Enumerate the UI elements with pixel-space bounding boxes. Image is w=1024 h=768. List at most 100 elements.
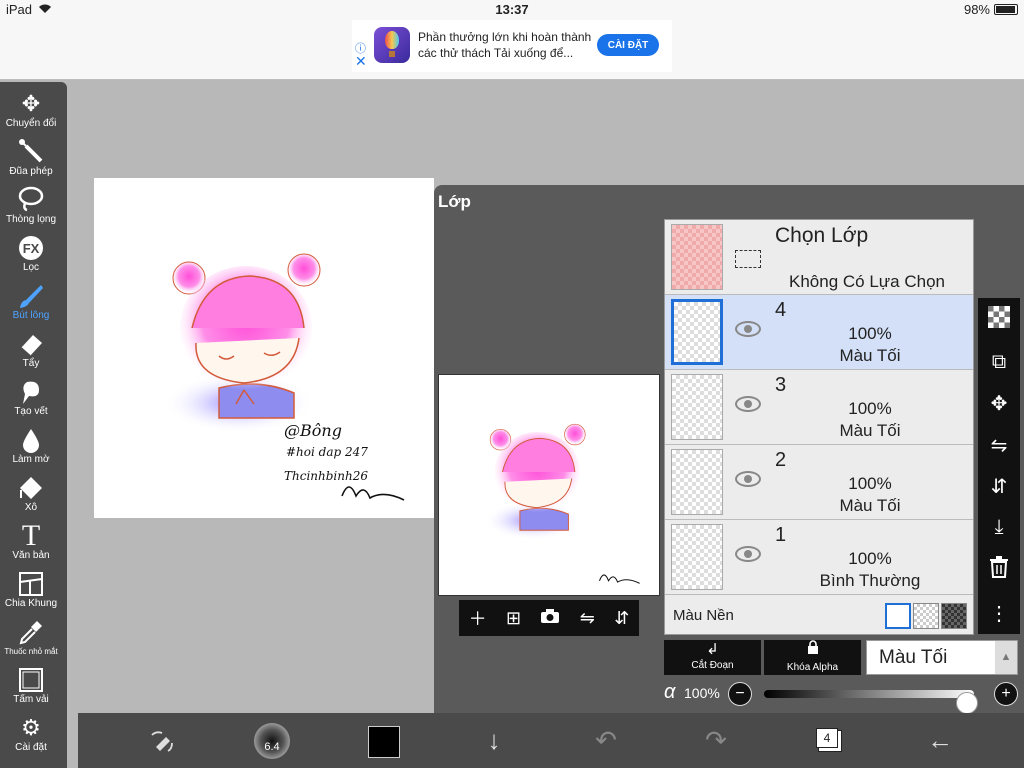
current-color-swatch[interactable]	[368, 726, 400, 758]
swap-tool-icon[interactable]	[140, 713, 184, 768]
merge-down-icon[interactable]: ⤓	[995, 516, 1004, 539]
svg-text:FX: FX	[23, 241, 40, 256]
visibility-eye-icon[interactable]	[735, 321, 761, 337]
blur-drop-icon	[0, 426, 62, 454]
layer-preview	[438, 374, 660, 596]
trash-icon[interactable]	[989, 555, 1009, 584]
back-arrow-icon[interactable]: ←	[920, 713, 960, 768]
artwork-signature-line3: Thcinhbinh26	[284, 469, 368, 483]
camera-icon[interactable]	[540, 608, 560, 629]
ad-banner[interactable]: Phần thưởng lớn khi hoàn thành các thử t…	[352, 20, 672, 72]
layer-panel-title: Lớp	[438, 192, 471, 211]
rotate-layer-icon[interactable]: ⇵	[991, 474, 1008, 499]
layer-thumbnail	[671, 449, 723, 515]
layer-blend-mode: Màu Tối	[839, 496, 901, 515]
lasso-icon	[0, 186, 62, 214]
layer-opacity: 100%	[848, 399, 892, 418]
brush-size-indicator[interactable]: 6.4	[254, 723, 290, 759]
layer-blend-mode: Màu Tối	[839, 421, 901, 440]
alpha-value: 100%	[684, 685, 720, 701]
tool-frame-divider[interactable]: Chia Khung	[0, 570, 62, 609]
magic-wand-icon	[0, 138, 62, 166]
layer-number: 3	[775, 374, 787, 396]
add-layer-icon[interactable]: ＋	[469, 605, 487, 631]
flip-horizontal-icon[interactable]: ⇋	[580, 608, 595, 629]
layer-row-1[interactable]: 1 100% Bình Thường	[665, 520, 973, 595]
move-layer-icon[interactable]: ✥	[991, 391, 1008, 416]
lock-icon	[764, 640, 861, 662]
opacity-decrease-button[interactable]: −	[728, 682, 752, 706]
clipping-button[interactable]: ↲ Cắt Đoạn	[664, 640, 761, 675]
layer-count-badge[interactable]: 4	[816, 728, 838, 748]
layer-opacity: 100%	[848, 324, 892, 343]
checker-icon[interactable]	[988, 306, 1010, 334]
background-white-swatch[interactable]	[885, 603, 911, 629]
tool-text[interactable]: T Văn bản	[0, 519, 62, 562]
layer-list: Chọn Lớp Không Có Lựa Chọn 4 100% Màu Tố…	[664, 219, 974, 635]
tool-transform[interactable]: ✥ Chuyển đổi	[0, 90, 62, 129]
tool-settings[interactable]: ⚙ Cài đặt	[0, 714, 62, 753]
visibility-eye-icon[interactable]	[735, 471, 761, 487]
visibility-eye-icon[interactable]	[735, 396, 761, 412]
clipping-arrow-icon: ↲	[706, 641, 719, 658]
flip-layer-icon[interactable]: ⇋	[991, 433, 1008, 458]
balloon-app-icon	[374, 27, 410, 63]
tool-eraser[interactable]: Tẩy	[0, 330, 62, 369]
device-name: iPad	[6, 2, 33, 17]
layer-transform-icon[interactable]: ⧉	[992, 351, 1006, 374]
status-time: 13:37	[495, 2, 529, 17]
preview-toolbar: ＋ ⊞ ⇋ ⇵	[459, 600, 639, 636]
ad-banner-area: Phần thưởng lớn khi hoàn thành các thử t…	[0, 20, 1024, 80]
tool-brush[interactable]: Bút lông	[0, 282, 62, 321]
background-label: Màu Nền	[673, 607, 734, 624]
opacity-increase-button[interactable]: +	[994, 682, 1018, 706]
ad-install-button[interactable]: CÀI ĐẶT	[597, 34, 659, 56]
dropdown-arrow-icon: ▲	[995, 641, 1017, 674]
tool-eyedropper[interactable]: Thuốc nhỏ mắt	[0, 618, 62, 657]
tool-smudge[interactable]: Tạo vết	[0, 378, 62, 417]
redo-icon[interactable]: ↷	[696, 713, 736, 768]
background-transparent-swatch[interactable]	[913, 603, 939, 629]
ad-close-icon[interactable]: ✕	[355, 53, 367, 70]
selection-status: Không Có Lựa Chọn	[789, 272, 945, 291]
tool-blur[interactable]: Làm mờ	[0, 426, 62, 465]
battery-icon	[994, 4, 1018, 15]
download-arrow-icon[interactable]: ↓	[474, 713, 514, 768]
selection-layer-row[interactable]: Chọn Lớp Không Có Lựa Chọn	[665, 220, 973, 295]
brush-icon	[0, 282, 62, 310]
frame-divider-icon	[0, 570, 62, 598]
artwork-illustration: @Bông #hoi dap 247 Thcinhbinh26	[164, 253, 405, 501]
wifi-icon	[38, 2, 52, 17]
flip-vertical-icon[interactable]: ⇵	[614, 608, 629, 629]
smudge-icon	[0, 378, 62, 406]
tool-magic-wand[interactable]: Đũa phép	[0, 138, 62, 177]
blend-mode-select[interactable]: Màu Tối ▲	[866, 640, 1018, 675]
blend-mode-value: Màu Tối	[879, 647, 948, 668]
layer-row-3[interactable]: 3 100% Màu Tối	[665, 370, 973, 445]
background-dark-swatch[interactable]	[941, 603, 967, 629]
more-vertical-icon[interactable]: ⋮	[989, 601, 1009, 626]
eraser-icon	[0, 330, 62, 358]
tool-bucket[interactable]: Xô	[0, 474, 62, 513]
layer-number: 2	[775, 449, 787, 471]
selection-layer-title: Chọn Lớp	[775, 224, 869, 247]
layer-side-toolbar: ⧉ ✥ ⇋ ⇵ ⤓ ⋮	[978, 298, 1020, 634]
opacity-slider[interactable]	[764, 690, 978, 714]
tool-lasso[interactable]: Thòng lọng	[0, 186, 62, 225]
battery-percent: 98%	[963, 2, 990, 17]
tool-filter[interactable]: FX Lọc	[0, 234, 62, 273]
undo-icon[interactable]: ↶	[586, 713, 626, 768]
layer-row-2[interactable]: 2 100% Màu Tối	[665, 445, 973, 520]
tool-sidebar: ✥ Chuyển đổi Đũa phép Thòng lọng FX Lọc …	[0, 82, 67, 768]
layer-row-4[interactable]: 4 100% Màu Tối	[665, 295, 973, 370]
duplicate-layer-icon[interactable]: ⊞	[506, 608, 521, 629]
alpha-symbol: α	[664, 681, 676, 703]
opacity-control: α 100% − +	[664, 681, 1020, 714]
text-icon: T	[21, 519, 41, 552]
drawing-canvas[interactable]: @Bông #hoi dap 247 Thcinhbinh26	[94, 178, 434, 518]
opacity-slider-knob[interactable]	[956, 692, 978, 714]
alpha-lock-button[interactable]: Khóa Alpha	[764, 640, 861, 675]
visibility-eye-icon[interactable]	[735, 546, 761, 562]
tool-canvas[interactable]: Tấm vải	[0, 666, 62, 705]
bottom-toolbar: 6.4 ↓ ↶ ↷ 4 ←	[78, 713, 1024, 768]
